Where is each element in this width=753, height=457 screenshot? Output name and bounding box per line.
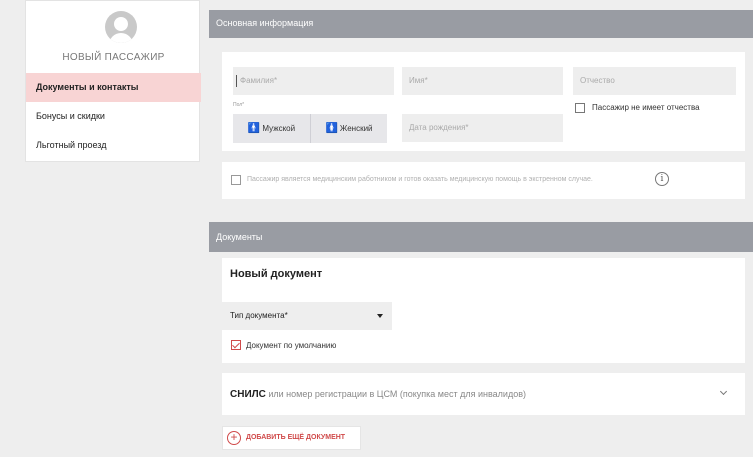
passenger-name: НОВЫЙ ПАССАЖИР <box>62 52 165 63</box>
passenger-menu: Документы и контакты Бонусы и скидки Льг… <box>26 73 201 160</box>
documents-header: Документы <box>209 222 753 252</box>
passenger-sidebar: НОВЫЙ ПАССАЖИР Документы и контакты Бону… <box>25 0 201 162</box>
snils-bold: СНИЛС <box>230 389 266 400</box>
gender-male-button[interactable]: 🚹 Мужской <box>233 114 310 143</box>
document-type-select[interactable]: Тип документа* <box>222 302 392 330</box>
caret-down-icon <box>377 314 383 318</box>
no-middle-name-checkbox[interactable] <box>575 103 585 113</box>
plus-circle-icon: + <box>227 431 241 445</box>
add-document-button[interactable]: + ДОБАВИТЬ ЕЩЁ ДОКУМЕНТ <box>222 426 361 450</box>
menu-item-documents[interactable]: Документы и контакты <box>26 73 201 102</box>
male-icon: 🚹 <box>247 123 261 134</box>
menu-item-benefits[interactable]: Льготный проезд <box>26 131 201 160</box>
info-icon[interactable]: i <box>655 172 669 186</box>
basic-info-header: Основная информация <box>209 10 753 38</box>
last-name-field[interactable]: Фамилия* <box>233 67 394 95</box>
snils-title: СНИЛС или номер регистрации в ЦСМ (покуп… <box>230 389 526 400</box>
avatar-head <box>114 17 128 31</box>
gender-female-label: Женский <box>339 124 373 133</box>
avatar-body <box>109 33 133 43</box>
gender-male-label: Мужской <box>262 124 296 133</box>
female-icon: 🚺 <box>325 123 338 134</box>
default-document-label: Документ по умолчанию <box>246 341 337 350</box>
medical-label: Пассажир является медицинским работником… <box>247 176 593 183</box>
add-document-label: ДОБАВИТЬ ЕЩЁ ДОКУМЕНТ <box>246 434 346 441</box>
menu-item-bonuses[interactable]: Бонусы и скидки <box>26 102 201 131</box>
first-name-field[interactable]: Имя* <box>402 67 563 95</box>
default-document-checkbox[interactable] <box>231 340 241 350</box>
medical-checkbox[interactable] <box>231 175 241 185</box>
snils-rest: или номер регистрации в ЦСМ (покупка мес… <box>265 389 526 399</box>
avatar <box>105 11 137 43</box>
new-document-title: Новый документ <box>230 268 323 280</box>
gender-female-button[interactable]: 🚺 Женский <box>310 114 387 143</box>
birth-date-field[interactable]: Дата рождения* <box>402 114 563 142</box>
middle-name-field[interactable]: Отчество <box>573 67 736 95</box>
no-middle-name-label: Пассажир не имеет отчества <box>592 103 700 112</box>
gender-label: Пол* <box>233 102 245 108</box>
document-type-label: Тип документа* <box>230 311 288 320</box>
